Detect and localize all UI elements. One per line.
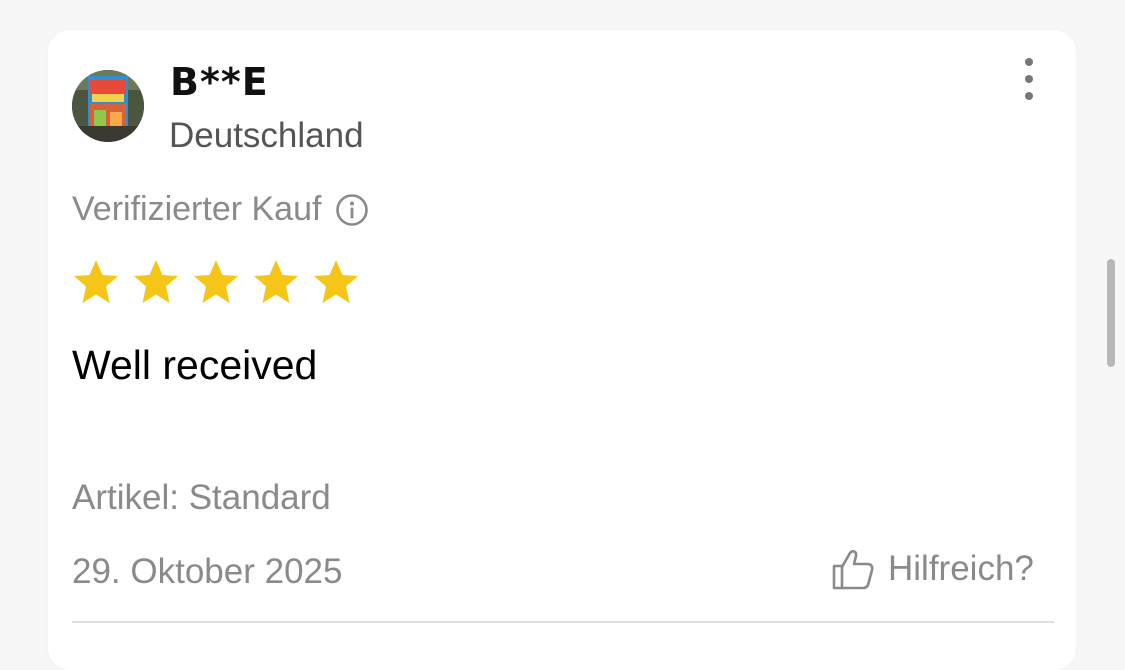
divider xyxy=(72,621,1054,623)
reviewer-country: Deutschland xyxy=(169,116,364,155)
star-rating xyxy=(72,258,360,306)
more-vertical-icon xyxy=(1025,58,1033,66)
avatar[interactable] xyxy=(72,70,144,142)
more-vertical-icon-dot xyxy=(1025,75,1033,83)
more-vertical-icon-dot xyxy=(1025,92,1033,100)
star-icon xyxy=(254,260,298,303)
helpful-button[interactable]: Hilfreich? xyxy=(830,546,1034,592)
scrollbar[interactable] xyxy=(1107,259,1115,367)
info-icon[interactable] xyxy=(335,193,369,227)
avatar-image xyxy=(72,70,144,142)
review-title: Well received xyxy=(72,342,318,388)
thumbs-up-icon xyxy=(832,550,874,590)
star-icon xyxy=(314,260,358,303)
item-variant: Artikel: Standard xyxy=(72,478,331,517)
star-icon xyxy=(134,260,178,303)
verified-purchase-label: Verifizierter Kauf xyxy=(72,190,322,228)
review-card: B**E Deutschland Verifizierter Kauf Well… xyxy=(48,30,1076,670)
verified-purchase: Verifizierter Kauf xyxy=(72,190,369,229)
helpful-label: Hilfreich? xyxy=(888,549,1034,588)
more-options-button[interactable] xyxy=(1014,58,1044,100)
review-date: 29. Oktober 2025 xyxy=(72,552,343,591)
reviewer-name: B**E xyxy=(170,60,269,104)
star-icon xyxy=(194,260,238,303)
star-icon xyxy=(74,260,118,303)
